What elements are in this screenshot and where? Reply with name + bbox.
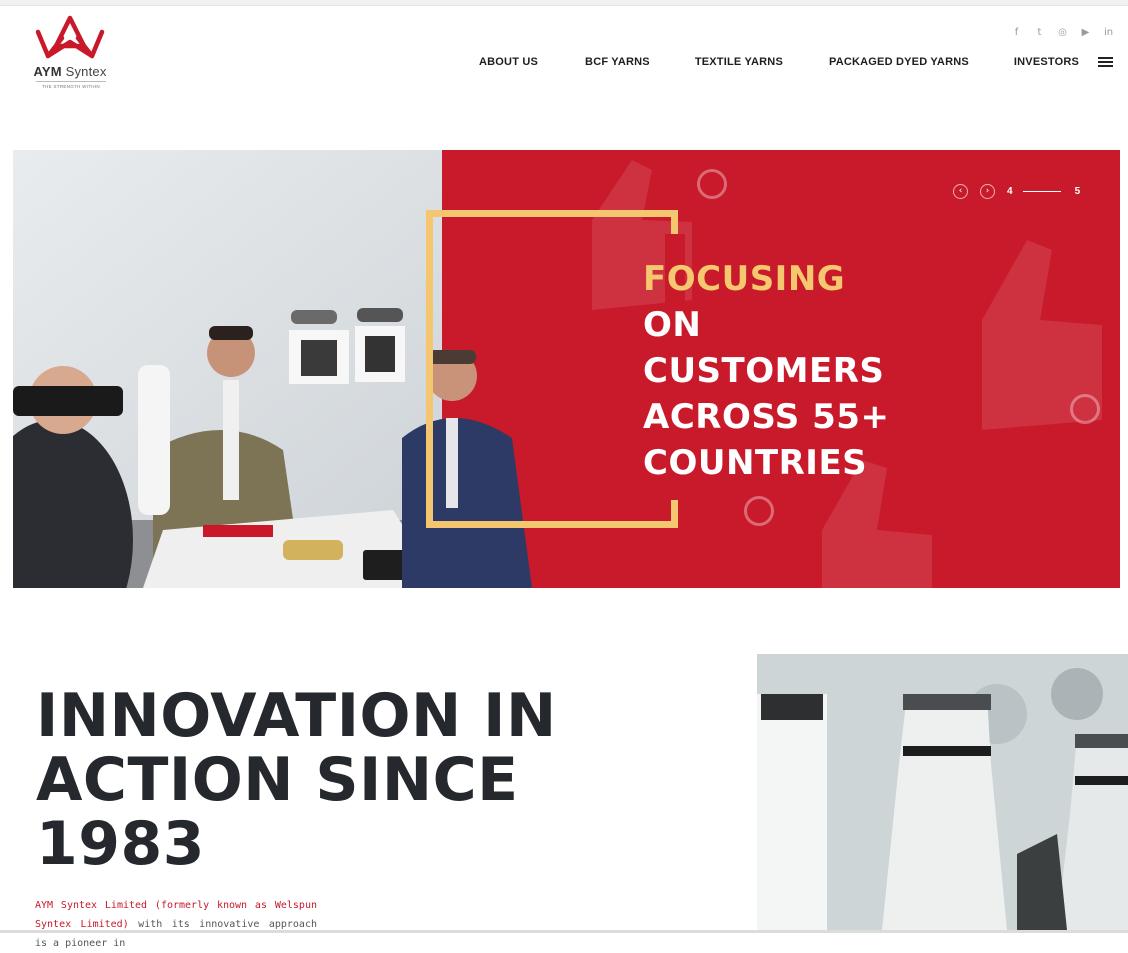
- browser-top-strip: [0, 0, 1128, 6]
- current-slide-number: 4: [1007, 185, 1013, 197]
- twitter-icon[interactable]: t: [1034, 27, 1045, 38]
- nav-packaged-dyed-yarns[interactable]: PACKAGED DYED YARNS: [829, 56, 969, 68]
- social-links: f t ◎ ▶ in: [1011, 27, 1114, 38]
- slider-controls: ‹ › 4 5: [953, 183, 1080, 199]
- hero-headline: FOCUSING ON CUSTOMERS ACROSS 55+ COUNTRI…: [643, 259, 890, 483]
- innovation-heading: INNOVATION IN ACTION SINCE 1983: [36, 681, 557, 879]
- smiley-icon: [1070, 394, 1100, 424]
- slider-next-button[interactable]: ›: [980, 183, 995, 199]
- instagram-icon[interactable]: ◎: [1057, 27, 1068, 38]
- hamburger-menu-icon[interactable]: [1098, 57, 1113, 68]
- nav-investors[interactable]: INVESTORS: [1014, 56, 1079, 68]
- linkedin-icon[interactable]: in: [1103, 27, 1114, 38]
- intro-paragraph: AYM Syntex Limited (formerly known as We…: [35, 900, 317, 949]
- next-slide-number[interactable]: 5: [1075, 186, 1081, 197]
- youtube-icon[interactable]: ▶: [1080, 27, 1091, 38]
- yarn-spools-image: [757, 654, 1128, 930]
- hero-slider: FOCUSING ON CUSTOMERS ACROSS 55+ COUNTRI…: [13, 150, 1120, 588]
- hero-gold-frame: [426, 210, 678, 528]
- nav-bcf-yarns[interactable]: BCF YARNS: [585, 56, 650, 68]
- brand-logo[interactable]: AYM Syntex THE STRENGTH WITHIN: [32, 14, 108, 90]
- brand-name: AYM Syntex: [33, 64, 107, 79]
- brand-tagline: THE STRENGTH WITHIN: [36, 81, 106, 89]
- smiley-icon: [697, 169, 727, 199]
- facebook-icon[interactable]: f: [1011, 27, 1022, 38]
- main-nav: ABOUT US BCF YARNS TEXTILE YARNS PACKAGE…: [479, 56, 1079, 68]
- smiley-icon: [744, 496, 774, 526]
- slide-progress-line: [1022, 190, 1061, 192]
- slider-prev-button[interactable]: ‹: [953, 183, 968, 199]
- crown-logo-icon: [35, 15, 105, 59]
- nav-about-us[interactable]: ABOUT US: [479, 56, 538, 68]
- nav-textile-yarns[interactable]: TEXTILE YARNS: [695, 56, 783, 68]
